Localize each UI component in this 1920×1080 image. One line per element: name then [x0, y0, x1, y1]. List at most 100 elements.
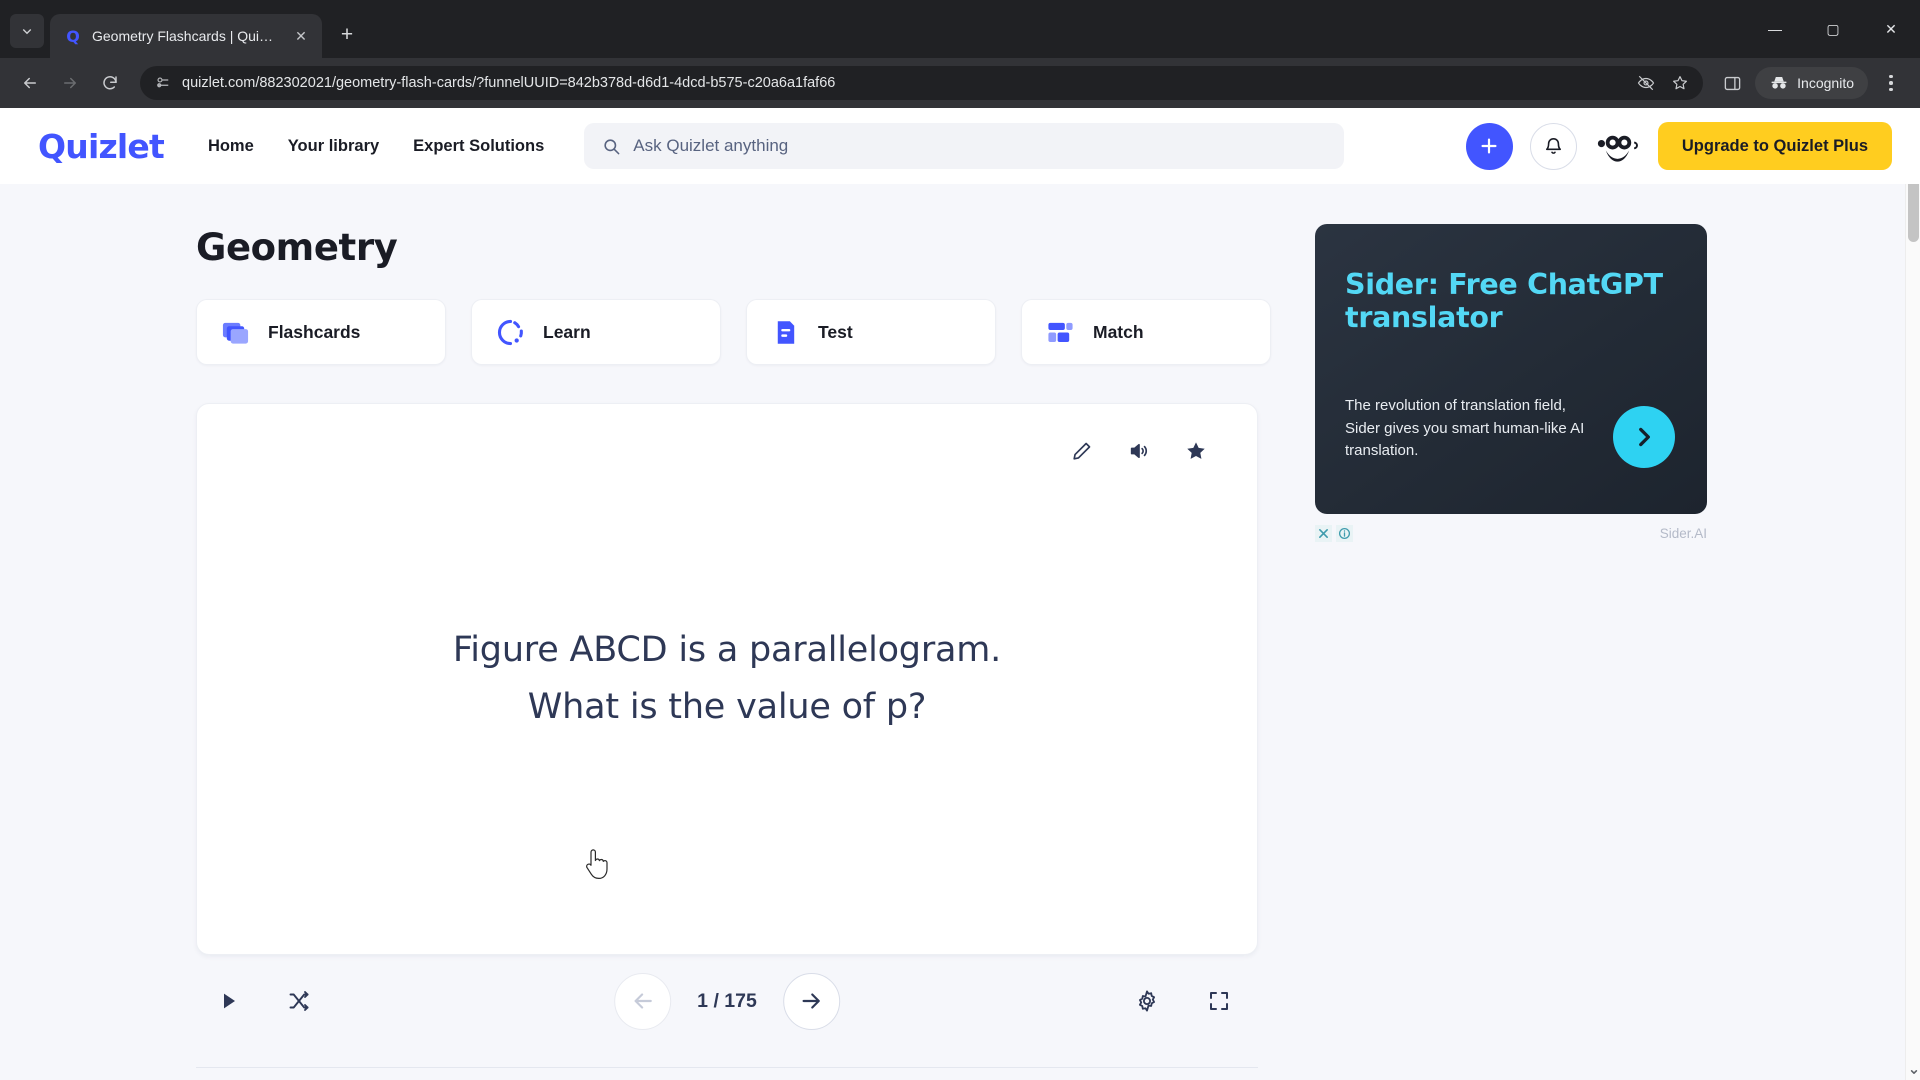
arrow-left-icon: [634, 993, 652, 1009]
eye-slash-icon[interactable]: [1631, 68, 1661, 98]
tab-title: Geometry Flashcards | Quizlet: [92, 28, 280, 44]
flashcard-line-2: What is the value of p?: [527, 687, 927, 727]
close-icon[interactable]: ✕: [290, 25, 312, 47]
ad-brand-label: Sider.AI: [1659, 525, 1707, 541]
incognito-icon: [1769, 73, 1789, 93]
minimize-icon[interactable]: —: [1746, 7, 1804, 51]
nav-your-library[interactable]: Your library: [288, 137, 379, 156]
site-settings-icon[interactable]: [154, 74, 172, 92]
nav-home[interactable]: Home: [208, 137, 254, 156]
address-bar[interactable]: quizlet.com/882302021/geometry-flash-car…: [140, 66, 1704, 100]
flashcards-icon: [221, 318, 250, 347]
ad-body-text: The revolution of translation field, Sid…: [1345, 397, 1585, 459]
section-divider: [196, 1067, 1258, 1068]
incognito-label: Incognito: [1797, 75, 1854, 91]
quizlet-q-favicon: Q: [66, 26, 80, 46]
search-placeholder: Ask Quizlet anything: [633, 136, 789, 155]
study-content-column: Geometry Flashcards Learn Test Match Fig…: [0, 184, 1315, 1080]
page-viewport: Quizlet Home Your library Expert Solutio…: [0, 108, 1920, 1080]
study-mode-tabs: Flashcards Learn Test Match: [196, 299, 1315, 365]
ad-controls: [1315, 524, 1353, 542]
chevron-down-icon: [22, 29, 32, 35]
flashcard-term-text: Figure ABCD is a parallelogram. What is …: [453, 622, 1001, 735]
flashcard-controls: 1 / 175: [196, 955, 1258, 1047]
ad-footer: Sider.AI: [1315, 514, 1707, 544]
reload-icon[interactable]: [92, 65, 128, 101]
ad-info-icon[interactable]: [1336, 524, 1353, 542]
star-outline-icon[interactable]: [1665, 68, 1695, 98]
user-avatar[interactable]: [1593, 122, 1641, 170]
mode-test[interactable]: Test: [746, 299, 996, 365]
page-title: Geometry: [196, 226, 398, 269]
url-text: quizlet.com/882302021/geometry-flash-car…: [182, 75, 836, 91]
learn-icon: [496, 318, 525, 347]
test-icon: [771, 318, 800, 347]
browser-toolbar: quizlet.com/882302021/geometry-flash-car…: [0, 58, 1920, 108]
mode-label: Match: [1093, 321, 1144, 342]
mode-learn[interactable]: Learn: [471, 299, 721, 365]
star-filled-icon[interactable]: [1183, 438, 1209, 464]
edit-pencil-icon[interactable]: [1069, 438, 1095, 464]
back-arrow-icon[interactable]: [12, 65, 48, 101]
maximize-icon[interactable]: ▢: [1804, 7, 1862, 51]
page-body: Geometry Flashcards Learn Test Match Fig…: [0, 184, 1920, 1080]
mode-label: Test: [818, 321, 853, 342]
quizlet-site-header: Quizlet Home Your library Expert Solutio…: [0, 108, 1920, 184]
shuffle-icon[interactable]: [284, 986, 314, 1016]
gear-icon[interactable]: [1132, 986, 1162, 1016]
tab-strip: Q Geometry Flashcards | Quizlet ✕ + — ▢ …: [0, 0, 1920, 58]
fullscreen-icon[interactable]: [1204, 986, 1234, 1016]
new-tab-button[interactable]: +: [330, 18, 364, 52]
header-actions: Upgrade to Quizlet Plus: [1465, 122, 1892, 170]
mode-match[interactable]: Match: [1021, 299, 1271, 365]
flashcard-tools: [1069, 438, 1209, 464]
create-button[interactable]: [1465, 122, 1513, 170]
search-icon: [604, 138, 620, 154]
three-dot-menu-icon[interactable]: [1874, 66, 1908, 100]
sider-ad-banner[interactable]: Sider: Free ChatGPT translator The revol…: [1315, 224, 1707, 514]
ad-headline: Sider: Free ChatGPT translator: [1345, 268, 1663, 335]
chevron-right-icon: [1639, 427, 1650, 447]
arrow-right-icon: [802, 993, 820, 1009]
browser-tab[interactable]: Q Geometry Flashcards | Quizlet ✕: [50, 14, 322, 58]
browser-window: Q Geometry Flashcards | Quizlet ✕ + — ▢ …: [0, 0, 1920, 1080]
advertisement-column: Sider: Free ChatGPT translator The revol…: [1315, 184, 1920, 1080]
plus-icon: [1481, 138, 1497, 154]
ad-close-icon[interactable]: [1315, 524, 1332, 542]
next-card-button[interactable]: [782, 972, 840, 1030]
quizlet-logo[interactable]: Quizlet: [38, 127, 165, 166]
notifications-button[interactable]: [1529, 122, 1577, 170]
match-icon: [1046, 318, 1075, 347]
controls-left: [196, 986, 314, 1016]
search-input[interactable]: Ask Quizlet anything: [584, 123, 1345, 169]
audio-speaker-icon[interactable]: [1126, 438, 1152, 464]
mode-label: Flashcards: [268, 321, 361, 342]
incognito-indicator[interactable]: Incognito: [1755, 67, 1868, 99]
ad-cta-button[interactable]: [1613, 406, 1675, 468]
previous-card-button[interactable]: [614, 972, 672, 1030]
side-panel-icon[interactable]: [1715, 66, 1749, 100]
flashcard[interactable]: Figure ABCD is a parallelogram. What is …: [196, 403, 1258, 955]
controls-right: [1132, 986, 1258, 1016]
tab-search-button[interactable]: [10, 14, 44, 48]
window-controls: — ▢ ✕: [1746, 0, 1920, 58]
card-counter: 1 / 175: [697, 989, 757, 1012]
upgrade-button[interactable]: Upgrade to Quizlet Plus: [1657, 122, 1892, 170]
bell-icon: [1545, 137, 1561, 154]
page-scrollbar[interactable]: [1905, 108, 1920, 1080]
flashcard-line-1: Figure ABCD is a parallelogram.: [452, 630, 1002, 671]
nav-expert-solutions[interactable]: Expert Solutions: [413, 137, 544, 156]
close-icon[interactable]: ✕: [1862, 7, 1920, 51]
mode-label: Learn: [543, 321, 591, 342]
scroll-down-arrow[interactable]: [1906, 1064, 1920, 1080]
forward-arrow-icon[interactable]: [52, 65, 88, 101]
card-navigation: 1 / 175: [614, 972, 840, 1030]
toolbar-right: Incognito: [1715, 66, 1908, 100]
play-icon[interactable]: [214, 986, 244, 1016]
primary-navigation: Home Your library Expert Solutions: [208, 137, 544, 156]
flashcard-zone: Figure ABCD is a parallelogram. What is …: [196, 403, 1258, 1068]
ad-container: Sider: Free ChatGPT translator The revol…: [1315, 224, 1707, 544]
avatar: [1593, 122, 1641, 170]
omnibox-actions: [1631, 68, 1695, 98]
mode-flashcards[interactable]: Flashcards: [196, 299, 446, 365]
